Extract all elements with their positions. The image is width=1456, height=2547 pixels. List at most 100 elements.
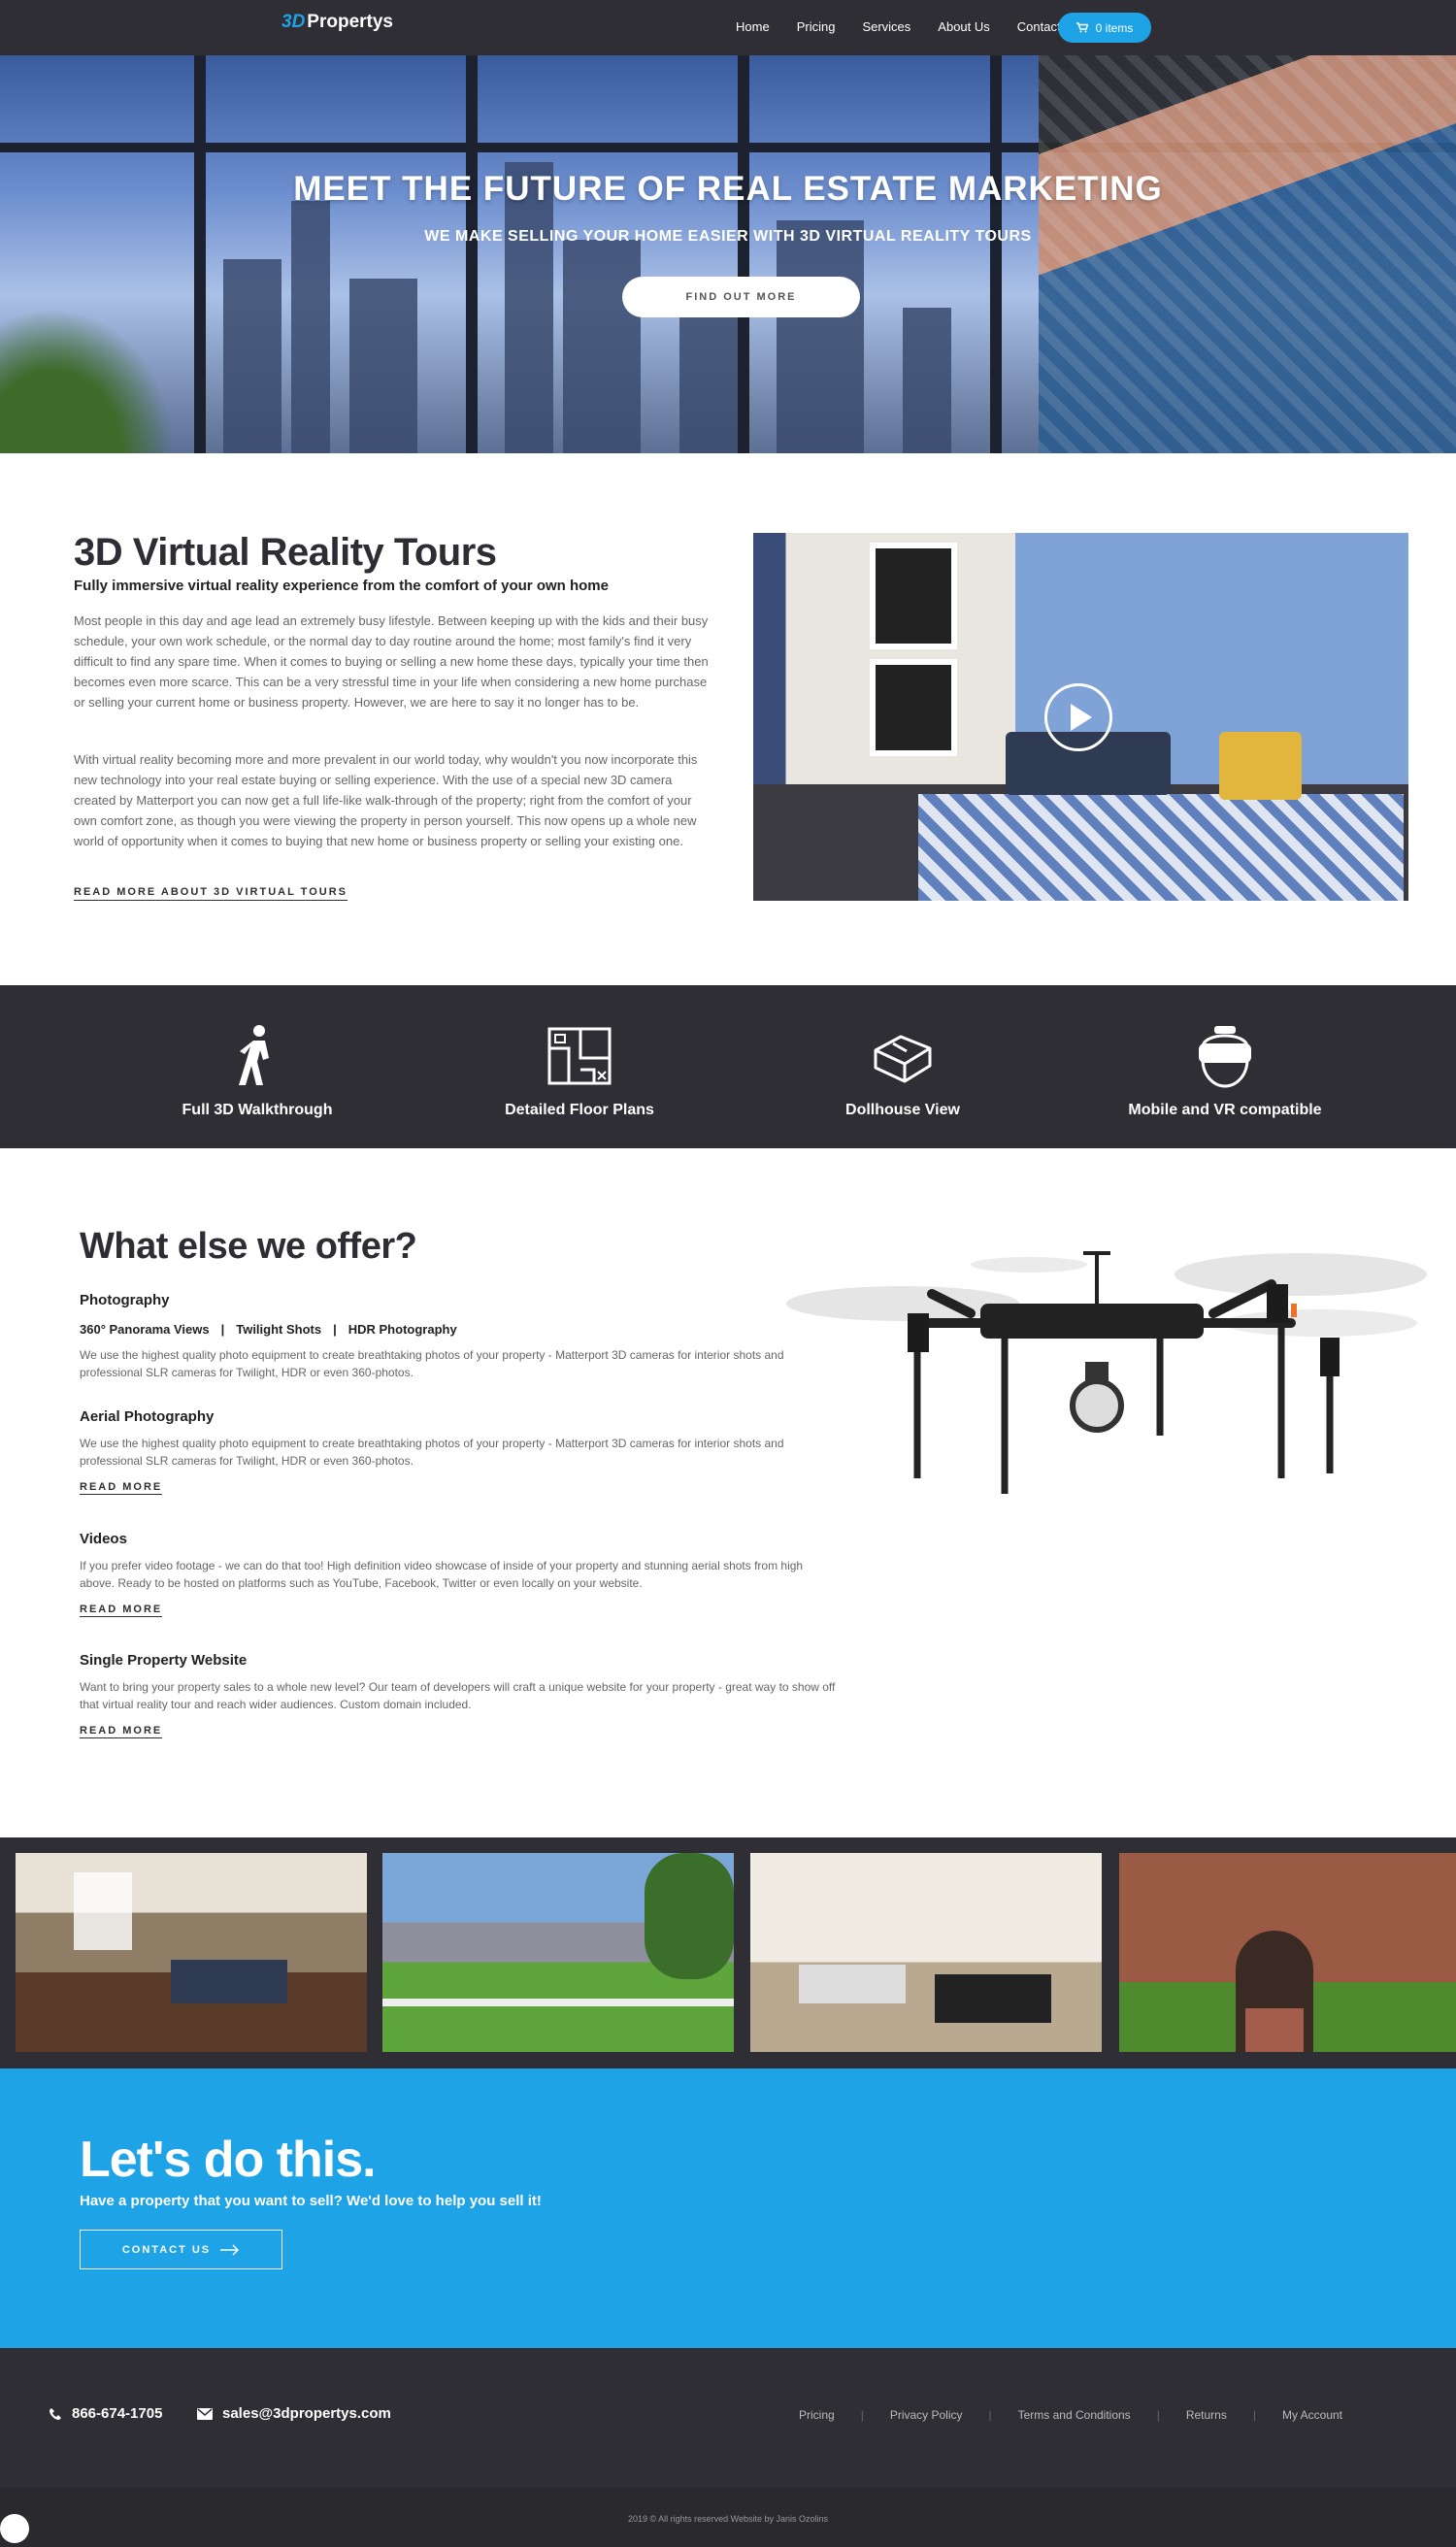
- vr-tours-section: 3D Virtual Reality Tours Fully immersive…: [0, 453, 1456, 985]
- footer-link-returns[interactable]: Returns: [1186, 2408, 1227, 2422]
- feature-label: Detailed Floor Plans: [505, 1102, 654, 1118]
- link-divider: |: [1156, 2408, 1160, 2422]
- menu-item-about-us[interactable]: About Us: [938, 19, 989, 34]
- gallery-image-building[interactable]: [1119, 1853, 1456, 2052]
- woman-vr-headset-image: [1039, 55, 1456, 453]
- window-frame: [738, 55, 749, 453]
- footer-link-pricing[interactable]: Pricing: [799, 2408, 835, 2422]
- menu-item-pricing[interactable]: Pricing: [797, 19, 836, 34]
- gallery-tree: [645, 1853, 734, 1979]
- footer-link-terms[interactable]: Terms and Conditions: [1018, 2408, 1131, 2422]
- gallery-image-backyard[interactable]: [382, 1853, 734, 2052]
- site-logo[interactable]: 3D Propertys: [281, 12, 393, 33]
- tag-separator: |: [333, 1322, 337, 1337]
- service-description: Want to bring your property sales to a w…: [80, 1680, 836, 1711]
- services-title: What else we offer?: [80, 1226, 417, 1267]
- service-website: Single Property Website Want to bring yo…: [80, 1652, 837, 1738]
- logo-prefix: 3D: [281, 12, 306, 32]
- feature-floor-plans: Detailed Floor Plans: [453, 1022, 706, 1119]
- window-frame: [466, 55, 478, 453]
- gallery-window: [74, 1872, 132, 1950]
- hero-banner: MEET THE FUTURE OF REAL ESTATE MARKETING…: [0, 55, 1456, 453]
- find-out-more-button[interactable]: FIND OUT MORE: [622, 277, 860, 317]
- gallery-image-living-room[interactable]: [16, 1853, 367, 2052]
- vr-headset-icon: [1199, 1026, 1251, 1088]
- menu-item-contact[interactable]: Contact: [1017, 19, 1061, 34]
- read-more-vr-link[interactable]: READ MORE ABOUT 3D VIRTUAL TOURS: [74, 886, 347, 901]
- footer-email[interactable]: sales@3dpropertys.com: [197, 2405, 391, 2422]
- feature-walkthrough: Full 3D Walkthrough: [131, 1022, 383, 1119]
- service-videos: Videos If you prefer video footage - we …: [80, 1531, 837, 1617]
- hero-building: [777, 220, 864, 453]
- plant-decoration: [0, 308, 175, 453]
- wall-art: [870, 543, 957, 649]
- copyright-bar: 2019 © All rights reserved Website by Ja…: [0, 2488, 1456, 2547]
- window-frame: [194, 55, 206, 453]
- gallery-furniture: [935, 1974, 1051, 2023]
- cart-label: 0 items: [1095, 20, 1134, 35]
- shopping-cart-icon: [1075, 22, 1088, 33]
- footer-links: Pricing | Privacy Policy | Terms and Con…: [799, 2408, 1342, 2422]
- contact-us-button[interactable]: CONTACT US: [80, 2230, 282, 2269]
- logo-text: Propertys: [307, 12, 393, 32]
- drone-image: [786, 1251, 1427, 1494]
- feature-label: Full 3D Walkthrough: [182, 1102, 333, 1118]
- read-more-aerial-link[interactable]: READ MORE: [80, 1481, 163, 1495]
- feature-vr-compatible: Mobile and VR compatible: [1099, 1022, 1351, 1119]
- hero-subtitle: WE MAKE SELLING YOUR HOME EASIER WITH 3D…: [424, 228, 1032, 245]
- service-description: We use the highest quality photo equipme…: [80, 1348, 784, 1379]
- tag-separator: |: [220, 1322, 225, 1337]
- tag-twilight: Twilight Shots: [236, 1322, 322, 1337]
- service-photography: Photography 360° Panorama Views | Twilig…: [80, 1292, 837, 1381]
- service-description: We use the highest quality photo equipme…: [80, 1437, 784, 1468]
- play-icon[interactable]: [1044, 683, 1112, 751]
- vr-paragraph-2: With virtual reality becoming more and m…: [74, 752, 698, 848]
- main-menu: Home Pricing Services About Us Contact: [736, 19, 1061, 34]
- service-title: Photography: [80, 1292, 170, 1308]
- read-more-website-link[interactable]: READ MORE: [80, 1725, 163, 1738]
- call-to-action: Let's do this. Have a property that you …: [0, 2068, 1456, 2348]
- feature-label: Mobile and VR compatible: [1128, 1102, 1322, 1118]
- cart-button[interactable]: 0 items: [1058, 13, 1151, 43]
- link-divider: |: [988, 2408, 992, 2422]
- service-title: Videos: [80, 1531, 127, 1547]
- hero-building: [903, 308, 951, 453]
- gallery-image-dining-room[interactable]: [750, 1853, 1102, 2052]
- services-section: What else we offer? Photography 360° Pan…: [0, 1148, 1456, 1837]
- video-armchair: [1219, 732, 1302, 800]
- read-more-videos-link[interactable]: READ MORE: [80, 1604, 163, 1617]
- photography-tags: 360° Panorama Views | Twilight Shots | H…: [80, 1322, 837, 1337]
- cta-title: Let's do this.: [80, 2132, 377, 2188]
- feature-label: Dollhouse View: [845, 1102, 960, 1118]
- vr-paragraph-1: Most people in this day and age lead an …: [74, 613, 709, 710]
- gallery-fence: [382, 1999, 734, 2006]
- contact-us-label: CONTACT US: [121, 2243, 212, 2256]
- gallery-furniture: [799, 1965, 906, 2003]
- copyright-text: 2019 © All rights reserved Website by Ja…: [627, 2514, 829, 2524]
- walking-person-icon: [239, 1025, 269, 1085]
- footer-link-account[interactable]: My Account: [1282, 2408, 1342, 2422]
- footer-link-privacy[interactable]: Privacy Policy: [890, 2408, 963, 2422]
- features-strip: Full 3D Walkthrough Detailed Floor Plans…: [0, 985, 1456, 1148]
- gallery-walkway: [1245, 2008, 1304, 2052]
- footer: 866-674-1705 sales@3dpropertys.com Prici…: [0, 2348, 1456, 2488]
- wall-art: [870, 659, 957, 756]
- phone-number: 866-674-1705: [72, 2405, 163, 2422]
- vr-section-title: 3D Virtual Reality Tours: [74, 531, 497, 574]
- menu-item-home[interactable]: Home: [736, 19, 770, 34]
- email-address: sales@3dpropertys.com: [222, 2405, 391, 2422]
- gallery-furniture: [171, 1960, 287, 2003]
- hero-title: MEET THE FUTURE OF REAL ESTATE MARKETING: [293, 170, 1163, 208]
- service-aerial: Aerial Photography We use the highest qu…: [80, 1408, 837, 1495]
- hero-building: [563, 240, 641, 453]
- property-gallery: [0, 1837, 1456, 2068]
- tag-panorama: 360° Panorama Views: [80, 1322, 210, 1337]
- service-title: Aerial Photography: [80, 1408, 215, 1425]
- chat-widget-icon[interactable]: [0, 2514, 29, 2543]
- menu-item-services[interactable]: Services: [862, 19, 910, 34]
- footer-phone[interactable]: 866-674-1705: [49, 2405, 162, 2422]
- vr-tour-video[interactable]: [753, 533, 1408, 901]
- phone-icon: [50, 2407, 61, 2420]
- window-frame: [990, 55, 1002, 453]
- dollhouse-icon: [874, 1035, 932, 1083]
